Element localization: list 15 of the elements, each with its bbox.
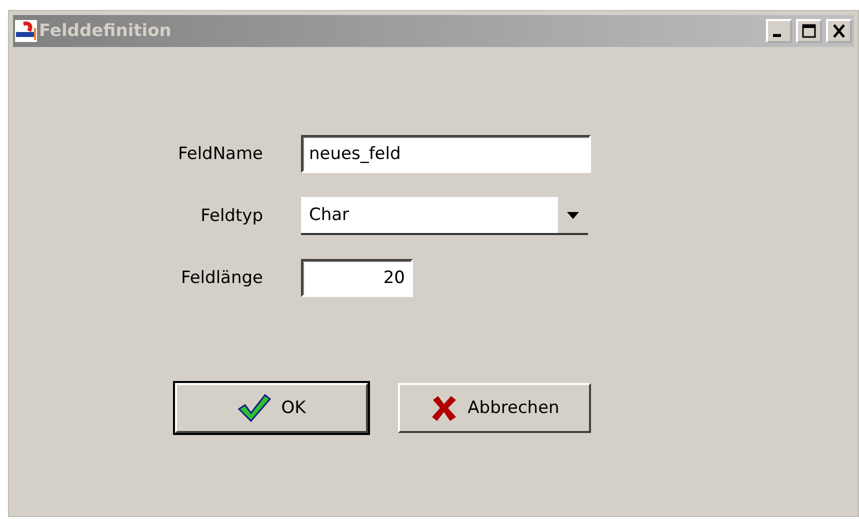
close-icon (831, 24, 847, 38)
minimize-icon (773, 34, 781, 37)
ok-button[interactable]: OK (175, 383, 368, 433)
cross-icon (430, 394, 458, 422)
checkmark-icon (237, 393, 272, 423)
field-label: FeldName (178, 144, 263, 164)
maximize-icon (801, 24, 817, 38)
field-label: Feldtyp (200, 206, 263, 226)
app-icon (15, 20, 37, 42)
length-field[interactable]: 20 (301, 259, 413, 297)
name-field[interactable]: neues_feld (301, 135, 591, 173)
window-title: Felddefinition (39, 21, 172, 41)
cancel-button[interactable]: Abbrechen (398, 383, 591, 433)
type-dropdown[interactable]: Char (301, 197, 588, 235)
field-label: Feldlänge (181, 268, 263, 288)
